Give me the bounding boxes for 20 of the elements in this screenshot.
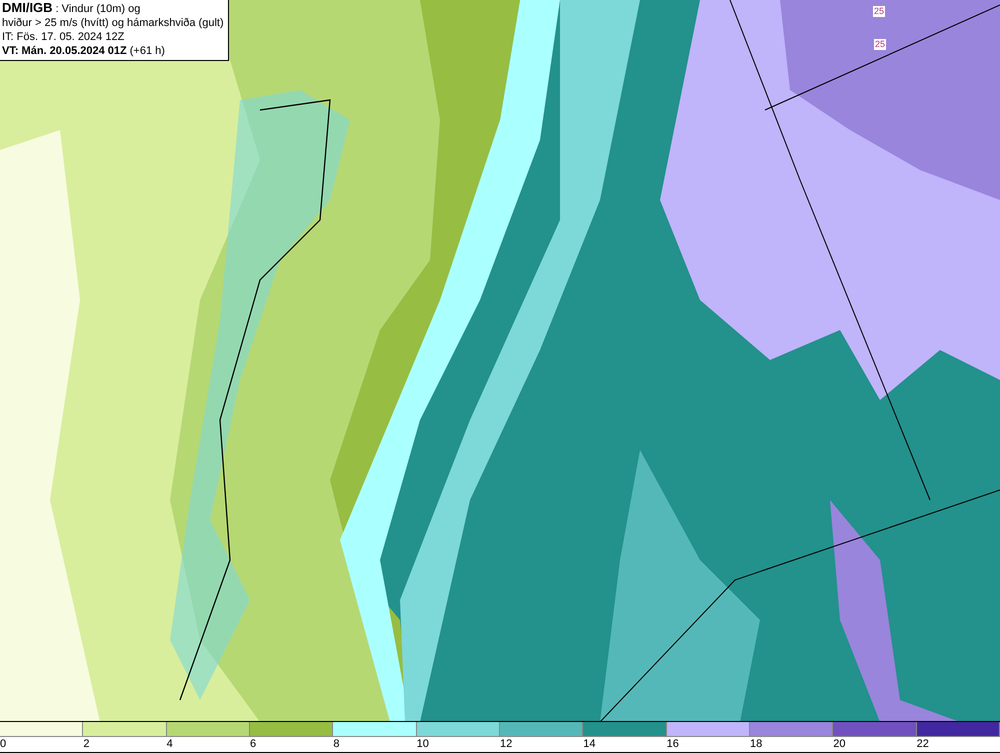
scale-tick-label: 6 [250, 737, 258, 752]
scale-tick-label: 12 [500, 737, 514, 752]
map-subtitle: hviður > 25 m/s (hvítt) og hámarkshviða (gult) [2, 16, 224, 30]
lead-time: (+61 h) [130, 44, 165, 58]
scale-tick-label: 4 [166, 737, 174, 752]
scale-tick-label: 8 [333, 737, 340, 752]
scale-tick-label: 10 [416, 737, 430, 752]
scale-tick-label: 0 [0, 737, 8, 752]
map-title: : Vindur (10m) og [56, 2, 140, 16]
valid-time: VT: Mán. 20.05.2024 01Z [2, 44, 127, 58]
scale-tick-label: 2 [83, 737, 90, 752]
issue-time: IT: Fös. 17. 05. 2024 12Z [2, 30, 124, 44]
scale-tick-label: 16 [666, 737, 680, 752]
scale-tick-label: 22 [916, 737, 930, 752]
source-label: DMI/IGB [2, 1, 53, 15]
scale-tick-label: 18 [750, 737, 764, 752]
scale-tick-label: 20 [833, 737, 847, 752]
scale-tick-label: 14 [583, 737, 597, 752]
contour-label: 25 [873, 6, 886, 17]
contour-label: 25 [874, 39, 886, 50]
